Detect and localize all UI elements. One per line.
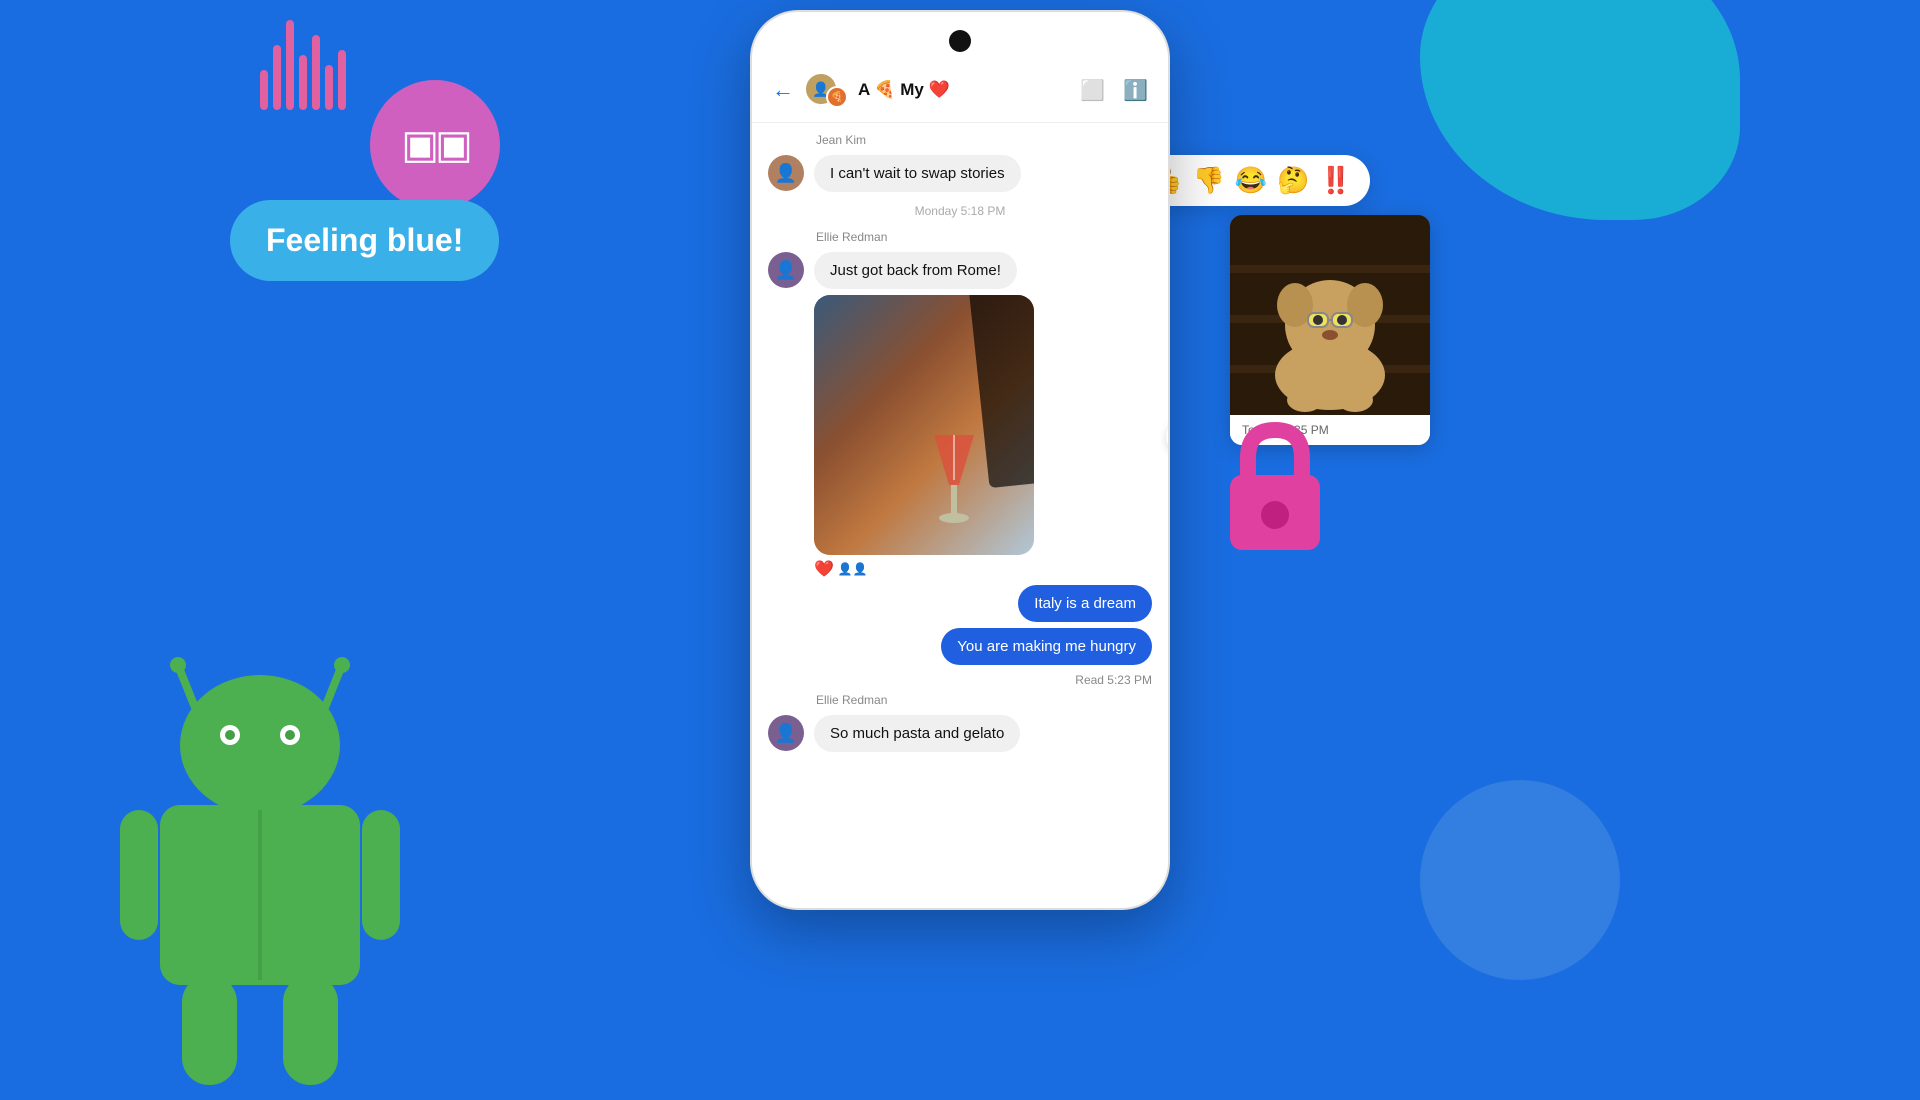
image-message: ⬇ ❤️ 👤👤 bbox=[814, 295, 1152, 579]
background-blob-teal bbox=[1420, 0, 1740, 220]
wave-bar bbox=[299, 55, 307, 110]
sender-label-ellie: Ellie Redman bbox=[816, 230, 1152, 244]
read-status: Read 5:23 PM bbox=[768, 673, 1152, 687]
message-row-last: 👤 So much pasta and gelato bbox=[768, 715, 1152, 752]
reaction-row: ❤️ 👤👤 bbox=[814, 559, 1152, 579]
reaction-thumbsdown[interactable]: 👎 bbox=[1193, 165, 1225, 196]
pink-circle-decoration: ▣▣ bbox=[370, 80, 500, 210]
header-actions: ⬜ ℹ️ bbox=[1080, 78, 1148, 103]
message-row-2: 👤 Just got back from Rome! bbox=[768, 252, 1152, 289]
wave-bar bbox=[312, 35, 320, 110]
heart-reaction: ❤️ bbox=[814, 559, 834, 579]
message-bubble-sent-2: You are making me hungry bbox=[941, 628, 1152, 665]
bookmark-icon: ▣▣ bbox=[401, 122, 469, 168]
chat-messages: Jean Kim 👤 I can't wait to swap stories … bbox=[752, 123, 1168, 889]
phone-camera bbox=[949, 30, 971, 52]
timestamp-monday: Monday 5:18 PM bbox=[768, 204, 1152, 218]
header-left-section: ← 👤 🍕 A 🍕 My ❤️ bbox=[772, 72, 950, 108]
reaction-exclamation[interactable]: ‼️ bbox=[1320, 165, 1352, 196]
reaction-laugh[interactable]: 😂 bbox=[1235, 165, 1267, 196]
dog-photo-card: Today 12:35 PM bbox=[1230, 215, 1430, 445]
chat-name: A 🍕 My ❤️ bbox=[858, 80, 950, 100]
background-blob-blue bbox=[1420, 780, 1620, 980]
jean-avatar: 👤 bbox=[768, 155, 804, 191]
message-bubble-2: Just got back from Rome! bbox=[814, 252, 1017, 289]
wave-bar bbox=[338, 50, 346, 110]
sender-label-ellie-2: Ellie Redman bbox=[816, 693, 1152, 707]
android-robot bbox=[100, 600, 420, 1100]
phone-body: ← 👤 🍕 A 🍕 My ❤️ ⬜ ℹ️ Jean Kim 👤 I can't … bbox=[750, 10, 1170, 910]
phone-frame: ← 👤 🍕 A 🍕 My ❤️ ⬜ ℹ️ Jean Kim 👤 I can't … bbox=[750, 10, 1170, 910]
avatar-group: 👤 🍕 bbox=[804, 72, 848, 108]
ellie-avatar: 👤 bbox=[768, 252, 804, 288]
message-bubble-1: I can't wait to swap stories bbox=[814, 155, 1021, 192]
wave-bar bbox=[325, 65, 333, 110]
wave-bar bbox=[273, 45, 281, 110]
back-button[interactable]: ← bbox=[772, 77, 794, 103]
sound-waves-decoration bbox=[260, 20, 346, 110]
chat-header: ← 👤 🍕 A 🍕 My ❤️ ⬜ ℹ️ bbox=[752, 12, 1168, 123]
message-row-sent-2: You are making me hungry bbox=[768, 628, 1152, 665]
download-button[interactable]: ⬇ bbox=[1166, 419, 1168, 455]
message-row-1: 👤 I can't wait to swap stories bbox=[768, 155, 1152, 192]
video-call-icon[interactable]: ⬜ bbox=[1080, 78, 1105, 103]
rome-photo bbox=[814, 295, 1034, 555]
ellie-avatar-2: 👤 bbox=[768, 715, 804, 751]
wave-bar bbox=[286, 20, 294, 110]
padlock-decoration bbox=[1220, 420, 1330, 550]
feeling-blue-bubble: Feeling blue! bbox=[230, 200, 499, 281]
message-bubble-sent-1: Italy is a dream bbox=[1018, 585, 1152, 622]
message-row-sent-1: Italy is a dream bbox=[768, 585, 1152, 622]
sender-label-jean: Jean Kim bbox=[816, 133, 1152, 147]
message-bubble-last: So much pasta and gelato bbox=[814, 715, 1020, 752]
wave-bar bbox=[260, 70, 268, 110]
info-icon[interactable]: ℹ️ bbox=[1123, 78, 1148, 103]
dog-image bbox=[1230, 215, 1430, 415]
reaction-thinking[interactable]: 🤔 bbox=[1277, 165, 1309, 196]
avatar-secondary: 🍕 bbox=[826, 86, 848, 108]
feeling-blue-label: Feeling blue! bbox=[266, 222, 463, 258]
reaction-avatars: 👤👤 bbox=[838, 562, 868, 576]
